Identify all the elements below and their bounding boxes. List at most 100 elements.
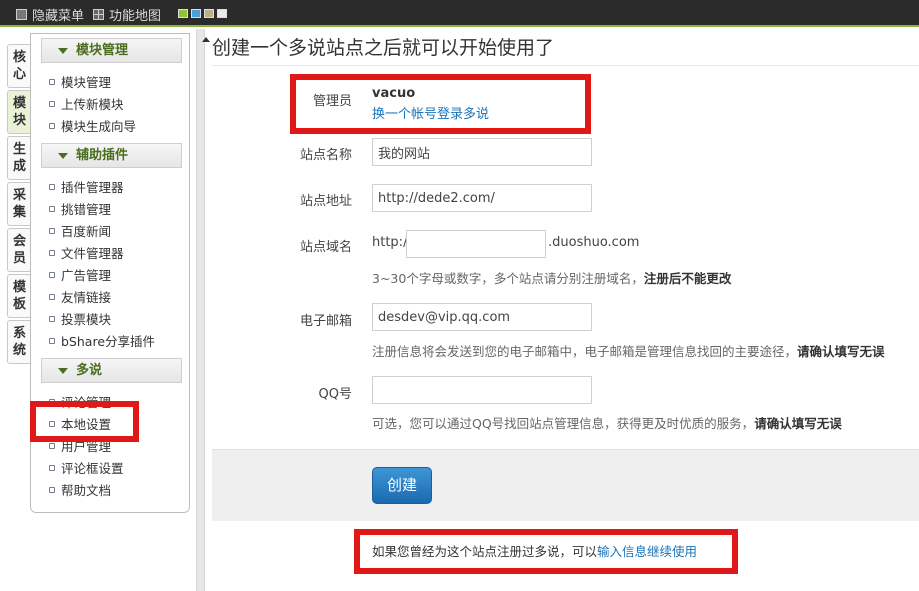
sidebar-item-label: 挑错管理 xyxy=(61,202,112,217)
sidebar-item[interactable]: 上传新模块 xyxy=(49,94,124,113)
tab-system[interactable]: 系统 xyxy=(7,320,31,364)
tab-templates-label: 模板 xyxy=(12,280,26,312)
bullet-icon xyxy=(49,100,55,107)
hide-menu-label: 隐藏菜单 xyxy=(32,9,85,24)
site-url-input[interactable] xyxy=(372,184,592,212)
domain-help: 3~30个字母或数字，多个站点请分别注册域名， xyxy=(372,271,644,286)
tab-members[interactable]: 会员 xyxy=(7,228,31,272)
section-title: 模块管理 xyxy=(76,43,129,58)
email-field[interactable] xyxy=(372,303,592,331)
tab-core-label: 核心 xyxy=(12,50,26,82)
grid-icon xyxy=(93,9,104,20)
collapse-caret-icon[interactable] xyxy=(202,37,210,42)
sidebar-item-label: 评论框设置 xyxy=(61,461,124,476)
sidebar-item-label: bShare分享插件 xyxy=(61,334,156,349)
sidebar-item[interactable]: 挑错管理 xyxy=(49,199,111,218)
highlight-box-local-settings xyxy=(30,401,139,442)
bullet-icon xyxy=(49,315,55,322)
bullet-icon xyxy=(49,337,55,344)
bullet-icon xyxy=(49,183,55,190)
bullet-icon xyxy=(49,205,55,212)
panel-splitter[interactable] xyxy=(196,29,205,591)
sidebar-item-label: 模块管理 xyxy=(61,75,112,90)
sidebar-item[interactable]: 广告管理 xyxy=(49,265,111,284)
sidebar-section-header[interactable]: 多说 xyxy=(41,358,182,383)
email-label: 电子邮箱 xyxy=(299,314,352,329)
site-domain-input[interactable] xyxy=(406,230,546,258)
bullet-icon xyxy=(49,486,55,493)
highlight-box-admin xyxy=(290,74,591,134)
theme-swatch-tan[interactable] xyxy=(204,9,214,18)
sidebar-item[interactable]: 模块生成向导 xyxy=(49,116,136,135)
email-help-bold: 请确认填写无误 xyxy=(797,344,885,359)
tab-collect[interactable]: 采集 xyxy=(7,182,31,226)
sidebar-section-header[interactable]: 模块管理 xyxy=(41,38,182,63)
title-divider xyxy=(212,65,919,66)
sidebar-item[interactable]: 百度新闻 xyxy=(49,221,111,240)
tab-collect-label: 采集 xyxy=(12,188,26,220)
qq-help-text: 可选，您可以通过QQ号找回站点管理信息，获得更及时优质的服务，请确认填写无误 xyxy=(372,413,842,432)
tab-system-label: 系统 xyxy=(12,326,26,358)
section-title: 多说 xyxy=(76,363,103,378)
bullet-icon xyxy=(49,122,55,129)
qq-help-bold: 请确认填写无误 xyxy=(754,416,842,431)
sidebar-item-label: 插件管理器 xyxy=(61,180,124,195)
site-url-label: 站点地址 xyxy=(299,194,352,209)
qq-label: QQ号 xyxy=(318,387,352,402)
theme-swatch-blue[interactable] xyxy=(191,9,201,18)
qq-help: 可选，您可以通过QQ号找回站点管理信息，获得更及时优质的服务， xyxy=(372,416,755,431)
collapse-triangle-icon xyxy=(58,153,68,159)
domain-suffix: .duoshuo.com xyxy=(548,235,640,250)
theme-swatch-green[interactable] xyxy=(178,9,188,18)
bullet-icon xyxy=(49,442,55,449)
function-map-label: 功能地图 xyxy=(109,9,162,24)
bullet-icon xyxy=(49,78,55,85)
sidebar-item-label: 广告管理 xyxy=(61,268,112,283)
sidebar-item[interactable]: 文件管理器 xyxy=(49,243,124,262)
top-toolbar: 隐藏菜单 功能地图 xyxy=(0,0,919,27)
site-domain-label: 站点域名 xyxy=(299,240,352,255)
page-title: 创建一个多说站点之后就可以开始使用了 xyxy=(212,37,555,59)
site-name-input[interactable] xyxy=(372,138,592,166)
sidebar-item[interactable]: bShare分享插件 xyxy=(49,331,155,350)
sidebar-item[interactable]: 投票模块 xyxy=(49,309,111,328)
sidebar-item[interactable]: 评论框设置 xyxy=(49,458,124,477)
bullet-icon xyxy=(49,249,55,256)
sidebar-item-label: 上传新模块 xyxy=(61,97,124,112)
email-help-text: 注册信息将会发送到您的电子邮箱中，电子邮箱是管理信息找回的主要途径，请确认填写无… xyxy=(372,341,885,360)
highlight-box-footer xyxy=(354,529,738,574)
tab-modules[interactable]: 模块 xyxy=(7,90,31,134)
tab-core[interactable]: 核心 xyxy=(7,44,31,88)
create-button[interactable]: 创建 xyxy=(372,467,432,504)
function-map-button[interactable]: 功能地图 xyxy=(93,5,161,24)
sidebar-item[interactable]: 模块管理 xyxy=(49,72,111,91)
tab-members-label: 会员 xyxy=(12,234,26,266)
sidebar-item[interactable]: 友情链接 xyxy=(49,287,111,306)
sidebar-item-label: 模块生成向导 xyxy=(61,119,137,134)
sidebar-item-label: 投票模块 xyxy=(61,312,112,327)
theme-swatch-gray[interactable] xyxy=(217,9,227,18)
sidebar-item-label: 帮助文档 xyxy=(61,483,112,498)
bullet-icon xyxy=(49,271,55,278)
collapse-triangle-icon xyxy=(58,368,68,374)
action-bar xyxy=(212,449,919,521)
section-title: 辅助插件 xyxy=(76,148,129,163)
bullet-icon xyxy=(49,464,55,471)
sidebar-item[interactable]: 帮助文档 xyxy=(49,480,111,499)
site-name-label: 站点名称 xyxy=(299,148,352,163)
tab-generate-label: 生成 xyxy=(12,142,26,174)
tab-templates[interactable]: 模板 xyxy=(7,274,31,318)
domain-help-bold: 注册后不能更改 xyxy=(643,271,732,286)
sidebar-item-label: 友情链接 xyxy=(61,290,112,305)
sidebar-item[interactable]: 插件管理器 xyxy=(49,177,124,196)
collapse-triangle-icon xyxy=(58,48,68,54)
hide-menu-button[interactable]: 隐藏菜单 xyxy=(16,5,84,24)
sidebar-item-label: 百度新闻 xyxy=(61,224,112,239)
email-help: 注册信息将会发送到您的电子邮箱中，电子邮箱是管理信息找回的主要途径， xyxy=(372,344,798,359)
bullet-icon xyxy=(49,227,55,234)
qq-field[interactable] xyxy=(372,376,592,404)
tab-generate[interactable]: 生成 xyxy=(7,136,31,180)
sidebar-item-label: 文件管理器 xyxy=(61,246,124,261)
sidebar-section-header[interactable]: 辅助插件 xyxy=(41,143,182,168)
bullet-icon xyxy=(49,293,55,300)
